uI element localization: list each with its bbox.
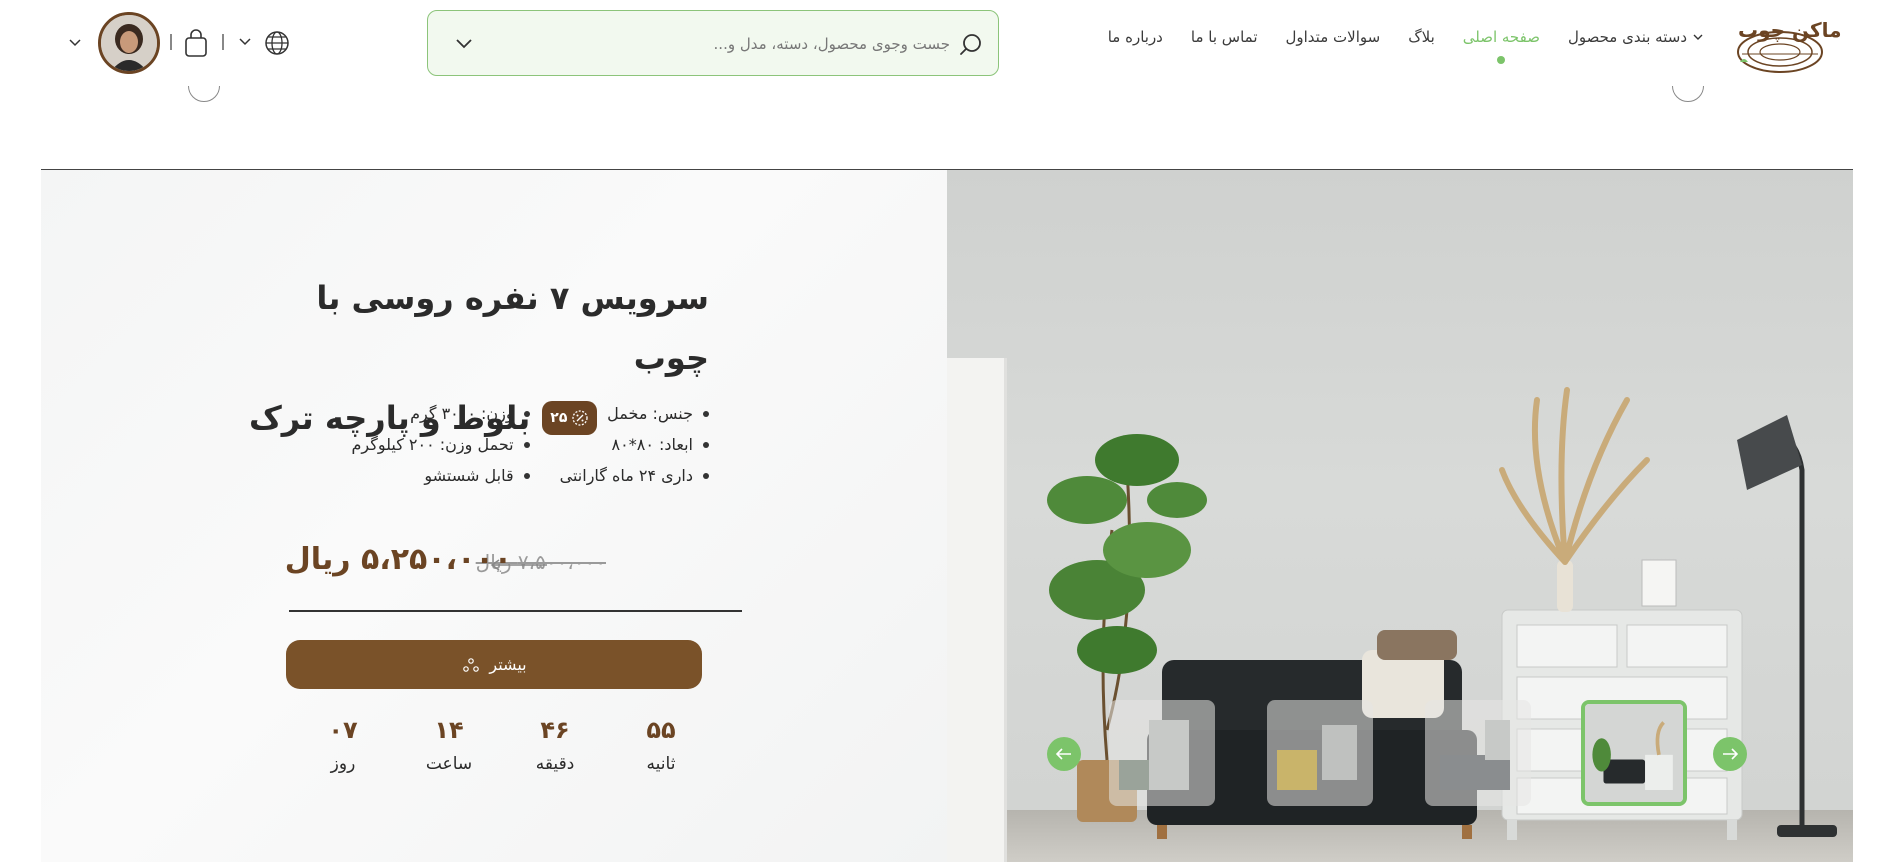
spec-item: تحمل وزن: ۲۰۰ کیلوگرم [351, 435, 530, 454]
more-button[interactable]: بیشتر [286, 640, 702, 689]
product-title-line1: سرویس ۷ نفره روسی با چوب [316, 279, 709, 377]
nav-label: صفحه اصلی [1462, 28, 1540, 46]
site-header: ماکن چوب دسته بندی محصول صفحه اصلی بلاگ … [0, 0, 1881, 102]
nav-label: درباره ما [1107, 28, 1163, 46]
countdown-minutes: ۴۶ دقیقه [515, 710, 595, 774]
nav-label: سوالات متداول [1285, 28, 1381, 46]
user-photo [101, 15, 157, 71]
nav-item-categories[interactable]: دسته بندی محصول [1568, 28, 1703, 46]
gallery-thumbnail[interactable] [1267, 700, 1373, 806]
spec-text: وزن: ۳۰۰۰ گرم [410, 404, 514, 423]
search-icon[interactable] [958, 32, 984, 58]
gallery-prev-button[interactable] [1047, 737, 1081, 771]
thumbnail-image [1585, 704, 1683, 802]
spec-text: داری ۲۴ ماه گارانتی [559, 466, 693, 485]
new-price: ۵،۲۵۰،۰۰۰ ریال [284, 542, 512, 577]
spec-item: داری ۲۴ ماه گارانتی [560, 466, 709, 485]
vase-with-pampas [1499, 387, 1650, 612]
slider-control-circle [1672, 86, 1704, 102]
countdown-value: ۱۴ [434, 716, 464, 744]
thumbnail-image [1119, 720, 1189, 790]
arrow-left-icon [1056, 748, 1071, 760]
gallery-next-button[interactable] [1713, 737, 1747, 771]
nav-item-about[interactable]: درباره ما [1108, 28, 1163, 46]
dots-icon [463, 657, 480, 672]
chevron-down-icon[interactable] [238, 37, 252, 47]
divider [222, 34, 224, 50]
countdown-label: ساعت [425, 754, 473, 774]
bullet [523, 441, 530, 448]
countdown-seconds: ۵۵ ثانیه [621, 710, 701, 774]
gallery-thumbnail[interactable] [1425, 700, 1531, 806]
product-panel: سرویس ۷ نفره روسی با چوب بلوط و پارچه تر… [41, 170, 947, 862]
bullet [523, 472, 530, 479]
gallery-thumbnail-active[interactable] [1581, 700, 1687, 806]
avatar[interactable] [98, 12, 160, 74]
thumbnail-image [1277, 725, 1357, 790]
search-box [427, 10, 999, 76]
spec-text: تحمل وزن: ۲۰۰ کیلوگرم [351, 435, 514, 454]
nav-item-faq[interactable]: سوالات متداول [1286, 28, 1381, 46]
nav-item-home[interactable]: صفحه اصلی [1462, 28, 1540, 64]
countdown-hours: ۱۴ ساعت [409, 710, 489, 774]
search-input[interactable] [510, 29, 950, 59]
hero-image [947, 170, 1853, 862]
slider-control-circle [188, 86, 220, 102]
spec-item: وزن: ۳۰۰۰ گرم [351, 404, 530, 423]
globe-icon[interactable] [264, 30, 290, 56]
spec-text: جنس: مخمل [607, 404, 693, 423]
nav-label: تماس با ما [1190, 28, 1258, 46]
shopping-bag-icon[interactable] [183, 28, 209, 58]
bullet [523, 410, 530, 417]
chevron-down-icon[interactable] [68, 38, 82, 48]
floor-lamp [1737, 415, 1837, 837]
countdown-timer: ۵۵ ثانیه ۴۶ دقیقه ۱۴ ساعت ۰۷ روز [303, 710, 701, 774]
active-indicator-dot [1497, 56, 1506, 64]
nav-item-contact[interactable]: تماس با ما [1191, 28, 1258, 46]
bullet [703, 410, 709, 417]
arrow-right-icon [1723, 748, 1738, 760]
more-button-label: بیشتر [489, 655, 527, 674]
countdown-value: ۴۶ [540, 716, 570, 744]
logo-text: ماکن چوب [1738, 18, 1842, 42]
bullet [703, 472, 709, 479]
spec-text: قابل شستشو [424, 466, 514, 485]
product-specs: جنس: مخمل وزن: ۳۰۰۰ گرم ابعاد: ۸۰*۸۰ تحم… [269, 404, 709, 485]
nav-label: بلاگ [1408, 28, 1435, 46]
countdown-label: ثانیه [646, 754, 676, 774]
divider [170, 34, 172, 50]
price-underline [289, 610, 742, 612]
chevron-down-icon [1693, 34, 1703, 40]
countdown-label: روز [330, 754, 356, 774]
main-nav: دسته بندی محصول صفحه اصلی بلاگ سوالات مت… [1108, 28, 1703, 64]
countdown-value: ۵۵ [646, 716, 676, 744]
spec-item: جنس: مخمل [560, 404, 709, 423]
gallery-thumbnail[interactable] [1109, 700, 1215, 806]
nav-item-blog[interactable]: بلاگ [1408, 28, 1435, 46]
spec-item: ابعاد: ۸۰*۸۰ [560, 435, 709, 454]
spec-text: ابعاد: ۸۰*۸۰ [611, 435, 693, 454]
chevron-down-icon[interactable] [454, 37, 474, 51]
countdown-days: ۰۷ روز [303, 710, 383, 774]
nav-label: دسته بندی محصول [1567, 28, 1687, 46]
brand-logo[interactable]: ماکن چوب [1730, 12, 1842, 76]
bullet [703, 441, 709, 448]
countdown-label: دقیقه [535, 754, 575, 774]
thumbnail-image [1440, 720, 1510, 790]
spec-item: قابل شستشو [351, 466, 530, 485]
picture-frame [1641, 559, 1677, 607]
countdown-value: ۰۷ [328, 716, 358, 744]
